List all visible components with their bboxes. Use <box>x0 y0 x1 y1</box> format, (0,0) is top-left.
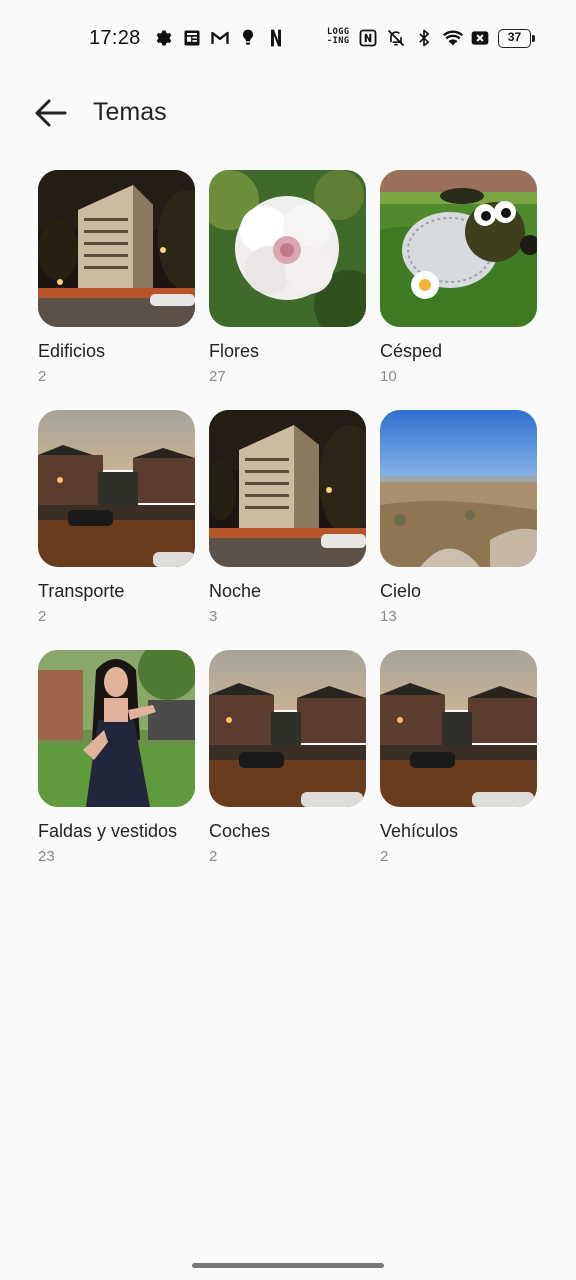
bulb-icon <box>238 28 258 48</box>
status-time: 17:28 <box>89 27 141 49</box>
news-icon <box>182 28 202 48</box>
topic-thumbnail <box>209 170 366 327</box>
topic-tile-noche[interactable]: Noche 3 <box>209 410 366 650</box>
battery-tip <box>532 35 535 42</box>
topic-name: Transporte <box>38 581 125 601</box>
page-title: Temas <box>93 98 167 126</box>
topic-thumbnail <box>380 170 537 327</box>
topic-name: Vehículos <box>380 821 459 841</box>
logging-indicator: LOGG -ING <box>327 28 353 48</box>
back-button[interactable] <box>30 94 72 132</box>
topic-name: Edificios <box>38 341 106 361</box>
topic-count: 2 <box>209 848 218 865</box>
wifi-icon <box>441 28 465 48</box>
topic-tile-vehiculos[interactable]: Vehículos 2 <box>380 650 537 890</box>
bluetooth-icon <box>414 28 434 48</box>
topic-name: Faldas y vestidos <box>38 821 178 841</box>
topic-tile-edificios[interactable]: Edificios 2 <box>38 170 195 410</box>
topic-thumbnail <box>380 650 537 807</box>
topic-count: 23 <box>38 848 55 865</box>
topic-tile-flores[interactable]: Flores 27 <box>209 170 366 410</box>
topic-count: 2 <box>38 368 47 385</box>
nfc-icon <box>358 28 378 48</box>
logging-line-2: -ING <box>327 36 350 46</box>
topic-count: 27 <box>209 368 226 385</box>
topic-name: Noche <box>209 581 262 601</box>
topic-count: 13 <box>380 608 397 625</box>
topic-count: 2 <box>380 848 389 865</box>
gear-icon <box>154 28 174 48</box>
status-bar: 17:28 LOGG -ING 37 <box>0 0 576 78</box>
app-header: Temas <box>0 78 576 150</box>
topic-tile-cielo[interactable]: Cielo 13 <box>380 410 537 650</box>
topic-thumbnail <box>209 410 366 567</box>
gmail-icon <box>210 28 230 48</box>
topic-name: Césped <box>380 341 443 361</box>
topic-count: 2 <box>38 608 47 625</box>
topic-tile-transporte[interactable]: Transporte 2 <box>38 410 195 650</box>
topic-thumbnail <box>38 170 195 327</box>
topic-name: Flores <box>209 341 260 361</box>
gesture-nav-handle[interactable] <box>192 1263 384 1268</box>
topic-count: 10 <box>380 368 397 385</box>
back-arrow-icon <box>35 99 67 127</box>
topics-grid: Edificios 2 Flores 27 Césped 10 Transpor… <box>38 170 538 890</box>
topic-name: Coches <box>209 821 271 841</box>
battery-level: 37 <box>498 29 531 48</box>
topic-thumbnail <box>380 410 537 567</box>
topic-tile-coches[interactable]: Coches 2 <box>209 650 366 890</box>
netflix-icon <box>266 28 286 48</box>
topic-thumbnail <box>38 650 195 807</box>
topic-thumbnail <box>38 410 195 567</box>
topic-name: Cielo <box>380 581 422 601</box>
topic-tile-faldas-y-vestidos[interactable]: Faldas y vestidos 23 <box>38 650 195 890</box>
topic-tile-cesped[interactable]: Césped 10 <box>380 170 537 410</box>
no-sim-icon <box>470 28 490 48</box>
topic-count: 3 <box>209 608 218 625</box>
mute-bell-icon <box>386 28 406 48</box>
topic-thumbnail <box>209 650 366 807</box>
battery-indicator: 37 <box>498 29 536 48</box>
